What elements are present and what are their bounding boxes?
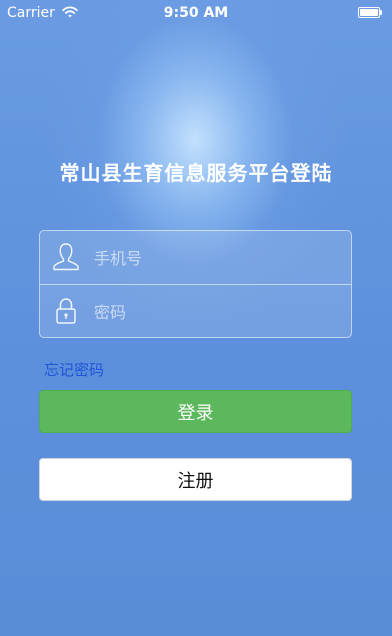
- login-button[interactable]: 登录: [39, 390, 352, 433]
- page-title: 常山县生育信息服务平台登陆: [59, 161, 333, 185]
- forgot-password-link[interactable]: 忘记密码: [44, 359, 104, 380]
- phone-input[interactable]: [92, 243, 346, 273]
- status-time: 9:50 AM: [163, 5, 229, 21]
- status-bar: Carrier 9:50 AM: [0, 0, 392, 28]
- battery-icon: [358, 7, 384, 19]
- register-button[interactable]: 注册: [39, 458, 352, 501]
- password-field-row: [40, 285, 351, 338]
- lock-icon: [56, 298, 76, 324]
- password-input[interactable]: [92, 297, 346, 327]
- phone-field-row: [40, 231, 351, 285]
- user-icon: [53, 243, 79, 271]
- login-form: [39, 230, 352, 338]
